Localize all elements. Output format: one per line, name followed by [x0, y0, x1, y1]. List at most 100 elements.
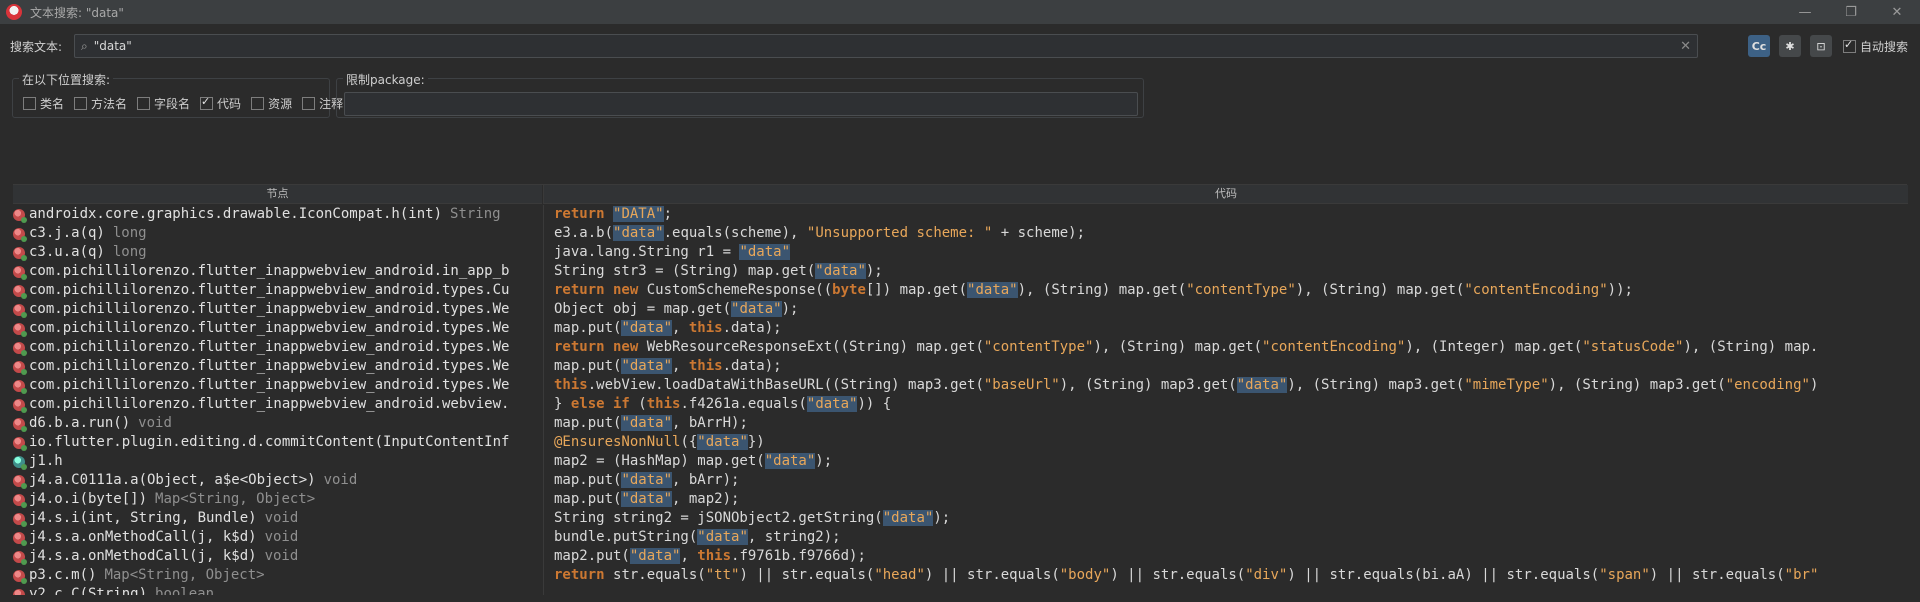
result-node-row[interactable]: io.flutter.plugin.editing.d.commitConten… — [13, 433, 542, 452]
search-scope-group: 在以下位置搜索: 类名 方法名 字段名 代码 资源 注释 — [12, 71, 343, 118]
result-node-row[interactable]: com.pichillilorenzo.flutter_inappwebview… — [13, 262, 542, 281]
result-node-row[interactable]: com.pichillilorenzo.flutter_inappwebview… — [13, 395, 542, 414]
result-code-row[interactable]: } else if (this.f4261a.equals("data")) { — [544, 395, 1908, 414]
result-code-row[interactable]: Object obj = map.get("data"); — [544, 300, 1908, 319]
result-node-row[interactable]: j1.h — [13, 452, 542, 471]
result-code-row[interactable]: map.put("data", this.data); — [544, 319, 1908, 338]
method-icon — [13, 208, 27, 223]
code-token: "tt" — [705, 567, 740, 583]
result-node-row[interactable]: com.pichillilorenzo.flutter_inappwebview… — [13, 281, 542, 300]
result-node-row[interactable]: com.pichillilorenzo.flutter_inappwebview… — [13, 300, 542, 319]
result-code-row[interactable]: e3.a.b("data".equals(scheme), "Unsupport… — [544, 224, 1908, 243]
scope-class[interactable]: 类名 — [23, 95, 64, 112]
result-node-row[interactable]: j4.s.i(int, String, Bundle) void — [13, 509, 542, 528]
result-node-row[interactable]: c3.j.a(q) long — [13, 224, 542, 243]
search-label: 搜索文本: — [10, 39, 63, 54]
column-header-code[interactable]: 代码 — [543, 185, 1908, 204]
result-node-row[interactable]: c3.u.a(q) long — [13, 243, 542, 262]
clear-icon[interactable]: ✕ — [1680, 39, 1691, 54]
search-input[interactable] — [91, 38, 1656, 54]
whole-word-button[interactable]: ⊡ — [1810, 35, 1832, 57]
package-filter-group: 限制package: — [336, 71, 1144, 118]
result-code-row[interactable]: this.webView.loadDataWithBaseURL((String… — [544, 376, 1908, 395]
node-return-type: long — [112, 244, 147, 260]
code-token: return — [554, 206, 614, 222]
code-token: ), (String) map. — [1683, 339, 1819, 355]
node-name: y2.c.C(String) — [29, 586, 148, 595]
result-code-row[interactable]: return str.equals("tt") || str.equals("h… — [544, 566, 1908, 585]
result-code-row[interactable]: map.put("data", bArr); — [544, 471, 1908, 490]
auto-search-toggle[interactable]: 自动搜索 — [1843, 38, 1908, 55]
code-token: ); — [781, 301, 799, 317]
result-code-row[interactable]: return new WebResourceResponseExt((Strin… — [544, 338, 1908, 357]
result-code-row[interactable]: java.lang.String r1 = "data" — [544, 243, 1908, 262]
node-name: c3.u.a(q) — [29, 244, 105, 260]
code-token: else if — [570, 396, 639, 412]
checkbox[interactable] — [74, 97, 88, 110]
result-node-row[interactable]: p3.c.m() Map<String, Object> — [13, 566, 542, 585]
code-token: this — [554, 377, 588, 393]
checkbox[interactable] — [200, 95, 214, 110]
checkbox[interactable] — [23, 97, 36, 110]
result-code-row[interactable]: return new CustomSchemeResponse((byte[])… — [544, 281, 1908, 300]
result-node-row[interactable]: j4.o.i(byte[]) Map<String, Object> — [13, 490, 542, 509]
scope-resource[interactable]: 资源 — [251, 95, 292, 112]
result-code-row[interactable]: map2.put("data", this.f9761b.f9766d); — [544, 547, 1908, 566]
result-node-row[interactable]: d6.b.a.run() void — [13, 414, 542, 433]
node-name: j1.h — [29, 453, 63, 469]
result-code-row[interactable]: @EnsuresNonNull({"data"}) — [544, 433, 1908, 452]
result-node-row[interactable]: j4.s.a.onMethodCall(j, k$d) void — [13, 547, 542, 566]
result-node-row[interactable]: androidx.core.graphics.drawable.IconComp… — [13, 205, 542, 224]
checkbox[interactable] — [302, 97, 316, 110]
result-node-row[interactable]: com.pichillilorenzo.flutter_inappwebview… — [13, 338, 542, 357]
code-token: )); — [1607, 282, 1633, 298]
result-node-row[interactable]: j4.s.a.onMethodCall(j, k$d) void — [13, 528, 542, 547]
node-return-type: void — [138, 415, 172, 431]
column-header-node[interactable]: 节点 — [13, 185, 542, 204]
method-icon — [13, 398, 27, 413]
code-token: "head" — [874, 567, 925, 583]
result-code-row[interactable]: map.put("data", map2); — [544, 490, 1908, 509]
code-token: , — [672, 358, 689, 374]
regex-button[interactable]: ✱ — [1779, 35, 1801, 57]
scope-method[interactable]: 方法名 — [74, 95, 127, 112]
result-code-row[interactable]: map.put("data", this.data); — [544, 357, 1908, 376]
minimize-icon[interactable]: — — [1782, 0, 1828, 24]
result-code-row[interactable]: map.put("data", bArrH); — [544, 414, 1908, 433]
search-icon: ⌕ — [81, 38, 88, 53]
search-box[interactable]: ⌕ ✕ — [74, 34, 1698, 58]
result-code-row[interactable]: String string2 = jSONObject2.getString("… — [544, 509, 1908, 528]
result-node-row[interactable]: j4.a.C0111a.a(Object, a$e<Object>) void — [13, 471, 542, 490]
result-node-row[interactable]: com.pichillilorenzo.flutter_inappwebview… — [13, 376, 542, 395]
result-code-row[interactable]: return "DATA"; — [544, 205, 1908, 224]
result-node-row[interactable]: com.pichillilorenzo.flutter_inappwebview… — [13, 319, 542, 338]
node-name: d6.b.a.run() — [29, 415, 131, 431]
code-token: , bArr); — [672, 472, 740, 488]
result-code-row[interactable]: map2 = (HashMap) map.get("data"); — [544, 452, 1908, 471]
scope-label: 资源 — [268, 97, 293, 111]
result-node-row[interactable]: com.pichillilorenzo.flutter_inappwebview… — [13, 357, 542, 376]
scope-field[interactable]: 字段名 — [137, 95, 190, 112]
match-highlight: "data" — [613, 225, 664, 241]
code-token: ), (Integer) map.get( — [1405, 339, 1583, 355]
scope-label: 类名 — [40, 97, 65, 111]
package-input[interactable] — [344, 92, 1138, 116]
restore-icon[interactable]: ❐ — [1828, 0, 1874, 24]
code-token: map2.put( — [554, 548, 630, 564]
code-token: ) || str.equals( — [739, 567, 875, 583]
match-highlight: "data" — [621, 415, 673, 431]
close-icon[interactable]: ✕ — [1874, 0, 1920, 24]
code-token: ); — [933, 510, 951, 526]
result-node-row[interactable]: y2.c.C(String) boolean — [13, 585, 542, 595]
result-code-row[interactable]: String str3 = (String) map.get("data"); — [544, 262, 1908, 281]
checkbox[interactable] — [137, 97, 151, 110]
code-token: "contentType" — [1186, 282, 1296, 298]
result-code-row[interactable]: bundle.putString("data", string2); — [544, 528, 1908, 547]
code-token: ); — [865, 263, 883, 279]
scope-code[interactable]: 代码 — [200, 95, 241, 112]
package-title: 限制package: — [343, 71, 428, 88]
node-return-type: void — [264, 548, 299, 564]
match-case-button[interactable]: Cc — [1748, 35, 1770, 57]
checkbox[interactable] — [251, 97, 265, 110]
auto-search-checkbox[interactable] — [1843, 38, 1856, 53]
